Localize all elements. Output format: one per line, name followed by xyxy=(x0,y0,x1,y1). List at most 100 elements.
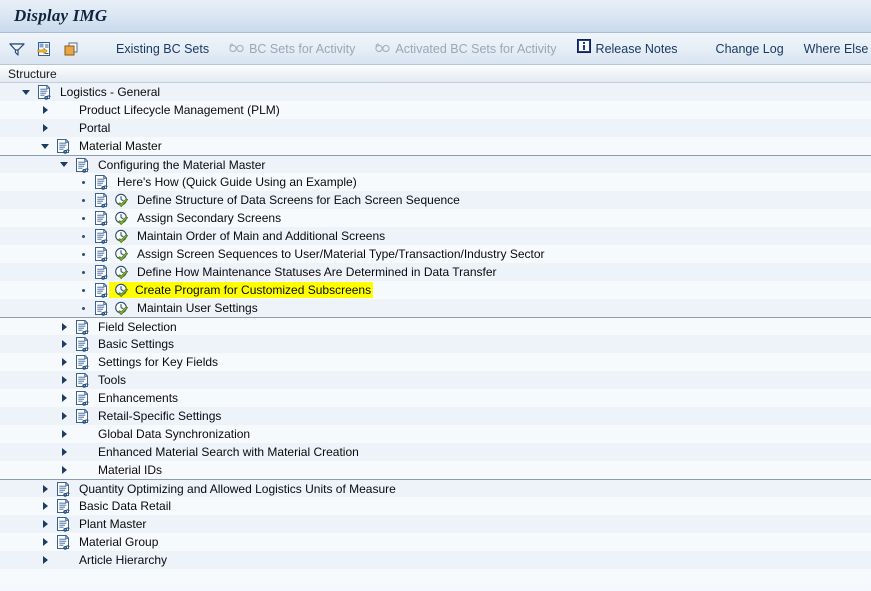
tree-row-content[interactable]: Material IDs xyxy=(90,461,162,479)
tree-row-content[interactable]: Material Group xyxy=(71,533,158,551)
img-activity-clock-icon[interactable] xyxy=(114,301,129,316)
expand-arrow-icon[interactable] xyxy=(39,480,51,498)
expand-arrow-icon[interactable] xyxy=(39,533,51,551)
tree-row-label[interactable]: Here's How (Quick Guide Using an Example… xyxy=(117,173,357,191)
tree-row-label[interactable]: Basic Data Retail xyxy=(79,497,171,515)
img-document-icon[interactable] xyxy=(94,174,109,190)
img-document-icon[interactable] xyxy=(75,319,90,335)
tree-row[interactable]: Basic Settings xyxy=(0,335,871,353)
tree-row-content[interactable]: Define How Maintenance Statuses Are Dete… xyxy=(109,263,497,281)
tree-row-label[interactable]: Tools xyxy=(98,371,126,389)
img-document-icon[interactable] xyxy=(75,372,90,388)
tree-row-label[interactable]: Enhancements xyxy=(98,389,178,407)
tree-row-label[interactable]: Portal xyxy=(79,119,110,137)
img-document-icon[interactable] xyxy=(75,408,90,424)
img-activity-clock-icon[interactable] xyxy=(114,193,129,208)
tree-row[interactable]: Assign Secondary Screens xyxy=(0,209,871,227)
tree-row[interactable]: Define Structure of Data Screens for Eac… xyxy=(0,191,871,209)
tree-row-content[interactable]: Retail-Specific Settings xyxy=(90,407,221,425)
img-document-icon[interactable] xyxy=(56,498,71,514)
img-document-icon[interactable] xyxy=(94,210,109,226)
tree-row-content[interactable]: Define Structure of Data Screens for Eac… xyxy=(109,191,460,209)
tree-row-content[interactable]: Maintain Order of Main and Additional Sc… xyxy=(109,227,385,245)
tree-row-label[interactable]: Product Lifecycle Management (PLM) xyxy=(79,101,280,119)
expand-arrow-icon[interactable] xyxy=(58,443,70,461)
img-document-icon[interactable] xyxy=(94,282,109,298)
expand-arrow-icon[interactable] xyxy=(39,119,51,137)
tree-row[interactable]: Tools xyxy=(0,371,871,389)
tree-row[interactable]: Settings for Key Fields xyxy=(0,353,871,371)
tree-row[interactable]: Assign Screen Sequences to User/Material… xyxy=(0,245,871,263)
tree-row[interactable]: Material Group xyxy=(0,533,871,551)
tree-row-content[interactable]: Plant Master xyxy=(71,515,146,533)
img-activity-clock-icon[interactable] xyxy=(114,283,129,298)
tree-row[interactable]: Create Program for Customized Subscreens xyxy=(0,281,871,299)
tree-row[interactable]: Article Hierarchy xyxy=(0,551,871,569)
img-document-icon[interactable] xyxy=(94,192,109,208)
tree-row[interactable]: Retail-Specific Settings xyxy=(0,407,871,425)
tree-row-content[interactable]: Article Hierarchy xyxy=(71,551,167,569)
tree-row-content[interactable]: Portal xyxy=(71,119,110,137)
tree-row[interactable]: Maintain Order of Main and Additional Sc… xyxy=(0,227,871,245)
tree-row-content[interactable]: Global Data Synchronization xyxy=(90,425,250,443)
tree-row[interactable]: Material Master xyxy=(0,137,871,155)
existing-bc-sets-button[interactable]: Existing BC Sets xyxy=(106,38,219,60)
tree-row-content[interactable]: Product Lifecycle Management (PLM) xyxy=(71,101,280,119)
collapse-arrow-icon[interactable] xyxy=(20,83,32,101)
img-document-icon[interactable] xyxy=(94,264,109,280)
tree-row-label[interactable]: Material Master xyxy=(79,137,162,155)
tree-row[interactable]: Enhancements xyxy=(0,389,871,407)
tree-row-content[interactable]: Logistics - General xyxy=(52,83,160,101)
tree-row-content[interactable]: Maintain User Settings xyxy=(109,299,258,317)
tree-row-label[interactable]: Maintain Order of Main and Additional Sc… xyxy=(137,227,385,245)
tree-row[interactable]: Quantity Optimizing and Allowed Logistic… xyxy=(0,479,871,497)
tree-row-label[interactable]: Enhanced Material Search with Material C… xyxy=(98,443,359,461)
tree-row[interactable]: Field Selection xyxy=(0,317,871,335)
img-document-icon[interactable] xyxy=(56,481,71,497)
tree-row[interactable]: Global Data Synchronization xyxy=(0,425,871,443)
tree-row-content[interactable]: Enhancements xyxy=(90,389,178,407)
tree-row[interactable]: Maintain User Settings xyxy=(0,299,871,317)
tree-row-content[interactable]: Here's How (Quick Guide Using an Example… xyxy=(109,173,357,191)
tree-row-content[interactable]: Assign Secondary Screens xyxy=(109,209,281,227)
tree-row-label[interactable]: Settings for Key Fields xyxy=(98,353,218,371)
tree-row-label[interactable]: Define How Maintenance Statuses Are Dete… xyxy=(137,263,497,281)
img-activity-clock-icon[interactable] xyxy=(114,229,129,244)
tree-row[interactable]: Product Lifecycle Management (PLM) xyxy=(0,101,871,119)
tree-row-label[interactable]: Material IDs xyxy=(98,461,162,479)
expand-arrow-icon[interactable] xyxy=(58,371,70,389)
img-document-icon[interactable] xyxy=(56,516,71,532)
change-log-button[interactable]: Change Log xyxy=(706,38,794,60)
tree-row[interactable]: Define How Maintenance Statuses Are Dete… xyxy=(0,263,871,281)
tree-row-label[interactable]: Plant Master xyxy=(79,515,146,533)
tree-row-content[interactable]: Enhanced Material Search with Material C… xyxy=(90,443,359,461)
tree-row-label[interactable]: Basic Settings xyxy=(98,335,174,353)
img-document-icon[interactable] xyxy=(75,354,90,370)
tree-row-content[interactable]: Assign Screen Sequences to User/Material… xyxy=(109,245,545,263)
tree-row-content[interactable]: Basic Data Retail xyxy=(71,497,171,515)
expand-arrow-icon[interactable] xyxy=(58,425,70,443)
expand-arrow-icon[interactable] xyxy=(58,407,70,425)
release-notes-button[interactable]: Release Notes xyxy=(567,38,688,60)
tree-row-label[interactable]: Material Group xyxy=(79,533,158,551)
expand-arrow-icon[interactable] xyxy=(39,551,51,569)
tree-row-label[interactable]: Global Data Synchronization xyxy=(98,425,250,443)
img-document-icon[interactable] xyxy=(94,246,109,262)
tree-row-label[interactable]: Article Hierarchy xyxy=(79,551,167,569)
expand-arrow-icon[interactable] xyxy=(39,101,51,119)
img-document-icon[interactable] xyxy=(56,138,71,154)
tree-row-content[interactable]: Basic Settings xyxy=(90,335,174,353)
tree-row[interactable]: Logistics - General xyxy=(0,83,871,101)
img-document-icon[interactable] xyxy=(56,534,71,550)
img-activity-clock-icon[interactable] xyxy=(114,247,129,262)
copy-icon[interactable] xyxy=(62,40,80,58)
img-document-icon[interactable] xyxy=(75,336,90,352)
expand-arrow-icon[interactable] xyxy=(58,335,70,353)
img-activity-clock-icon[interactable] xyxy=(114,211,129,226)
img-document-icon[interactable] xyxy=(94,228,109,244)
tree-row-content[interactable]: Quantity Optimizing and Allowed Logistic… xyxy=(71,480,396,498)
tree-row-content[interactable]: Tools xyxy=(90,371,126,389)
tree-row-content[interactable]: Material Master xyxy=(71,137,162,155)
display-details-icon[interactable] xyxy=(35,40,53,58)
img-document-icon[interactable] xyxy=(75,390,90,406)
